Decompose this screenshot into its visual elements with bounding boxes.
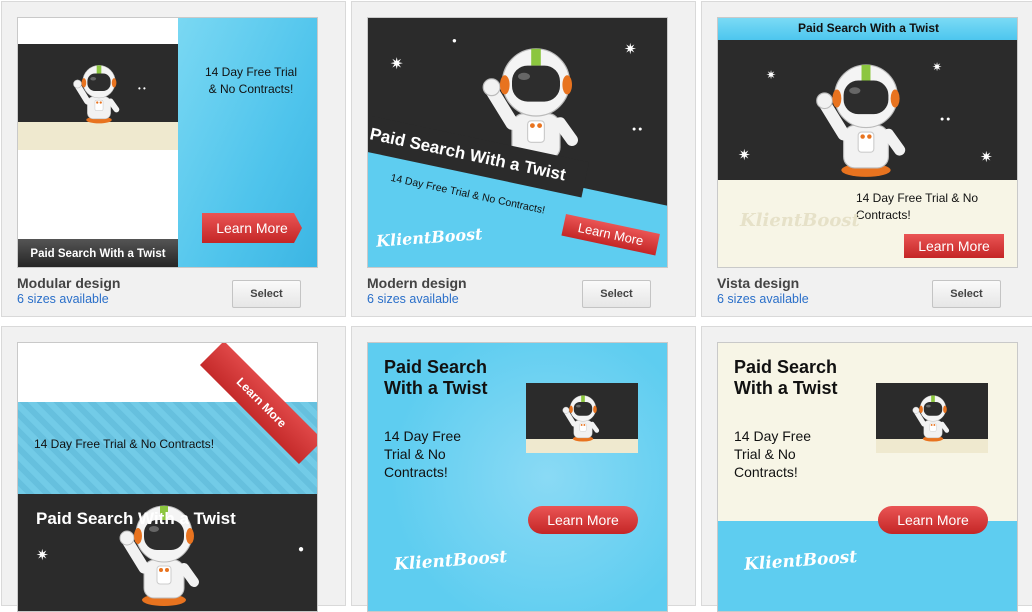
sparkle-star-icon: ✷ [932,60,943,74]
ad-cta-button[interactable]: Learn More [202,213,302,243]
sparkle-star-icon: ● ● [632,126,643,133]
ad-headline: Paid Search With a Twist [30,248,166,260]
sparkle-star-icon: ✷ [766,68,777,82]
sparkle-star-icon: ● [298,544,305,555]
ad-trial-text: 14 Day Free Trial & No Contracts! [204,65,298,96]
ad-cta-button[interactable]: Learn More [904,234,1004,258]
ad-cta-button[interactable]: Learn More [878,506,988,534]
ad-preview[interactable]: Paid Search With a Twist 14 Day Free Tri… [367,342,668,612]
template-card-5[interactable]: Paid Search With a Twist 14 Day Free Tri… [351,326,696,612]
sparkle-star-icon: ✷ [36,547,49,564]
sparkle-star-icon: ● [452,36,457,45]
ad-preview[interactable]: ● ✷ ✷ ● ● Paid Search With a Twist 14 Da… [367,17,668,268]
sizes-available-link[interactable]: 6 sizes available [717,292,809,306]
ad-headline-bar: Paid Search With a Twist [718,18,1017,40]
ad-scene: ✷ ✷ ✷ ✷ ● ● [718,40,1017,180]
ad-cta-button[interactable]: Learn More [528,506,638,534]
select-button[interactable]: Select [582,280,651,308]
ad-preview[interactable]: Paid Search With a Twist 14 Day Free Tri… [717,342,1018,612]
astronaut-illustration [560,387,606,451]
sparkle-star-icon: ✷ [738,147,751,164]
astronaut-illustration [70,52,128,138]
sparkle-star-icon: • • [138,84,146,93]
template-card-6[interactable]: Paid Search With a Twist 14 Day Free Tri… [701,326,1032,612]
sparkle-star-icon: ✷ [980,149,993,166]
sparkle-star-icon: ✷ [390,56,404,73]
sparkle-star-icon: ● ● [940,116,951,123]
ad-preview[interactable]: Paid Search With a Twist ✷ ✷ ✷ ✷ ● ● 14 … [717,17,1018,268]
ad-headline: Paid Search With a Twist [384,357,488,398]
ad-headline: Paid Search With a Twist [734,357,838,398]
sizes-available-link[interactable]: 6 sizes available [17,292,109,306]
ad-scene [526,383,638,453]
ad-trial-text: 14 Day Free Trial & No Contracts! [34,437,215,451]
template-card-vista[interactable]: Paid Search With a Twist ✷ ✷ ✷ ✷ ● ● 14 … [701,1,1032,317]
ad-scene [876,383,988,453]
select-button[interactable]: Select [932,280,1001,308]
ad-headline: Paid Search With a Twist [797,21,940,35]
ad-trial-text: 14 Day Free Trial & No Contracts! [856,191,979,222]
select-button[interactable]: Select [232,280,301,308]
ad-headline: Paid Search With a Twist [36,509,236,528]
astronaut-illustration [810,60,922,184]
ad-headline-bar: Paid Search With a Twist [18,239,178,267]
astronaut-illustration [910,387,956,451]
template-name: Modular design [17,275,121,291]
brand-logo: KlientBoost [740,210,860,231]
ad-preview[interactable]: 14 Day Free Trial & No Contracts! ✷ ● Pa… [17,342,318,612]
template-card-modular[interactable]: • • 14 Day Free Trial & No Contracts! Le… [1,1,346,317]
ad-trial-text: 14 Day Free Trial & No Contracts! [734,428,812,480]
ad-scene: • • [18,44,178,150]
ad-trial-text: 14 Day Free Trial & No Contracts! [384,428,462,480]
template-card-4[interactable]: 14 Day Free Trial & No Contracts! ✷ ● Pa… [1,326,346,612]
template-name: Modern design [367,275,467,291]
template-name: Vista design [717,275,800,291]
brand-logo: KlientBoost [393,547,508,575]
sizes-available-link[interactable]: 6 sizes available [367,292,459,306]
sparkle-star-icon: ✷ [624,41,637,58]
ad-preview[interactable]: • • 14 Day Free Trial & No Contracts! Le… [17,17,318,268]
template-card-modern[interactable]: ● ✷ ✷ ● ● Paid Search With a Twist 14 Da… [351,1,696,317]
